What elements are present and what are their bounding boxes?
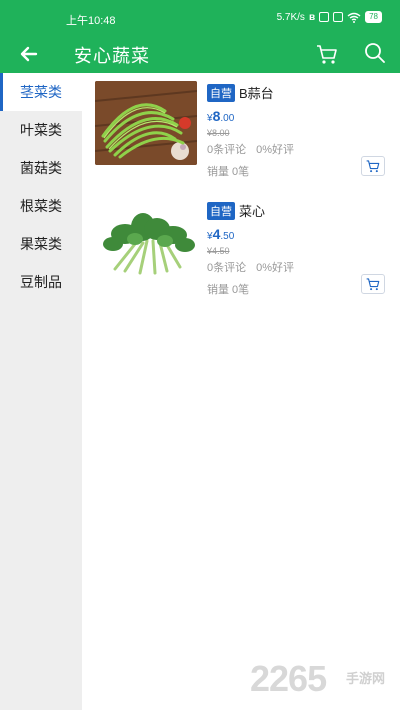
sidebar-item-soy-products[interactable]: 豆制品 <box>0 263 82 301</box>
price-decimal: .50 <box>220 231 235 242</box>
wifi-icon <box>347 12 361 23</box>
bluetooth-icon: ʙ <box>308 11 316 23</box>
nfc-icon <box>319 12 330 22</box>
status-icons: 5.7K/s ʙ 78 <box>277 11 382 23</box>
product-stats: 0条评论 0%好评 <box>207 141 387 157</box>
sidebar-item-root-vegetables[interactable]: 根菜类 <box>0 187 82 225</box>
category-sidebar: 茎菜类 叶菜类 菌菇类 根菜类 果菜类 豆制品 <box>0 73 82 710</box>
battery-indicator: 78 <box>365 11 382 23</box>
product-image-choy-sum[interactable] <box>95 199 197 283</box>
product-info: 自营 菜心 ¥4.50 ¥4.50 0条评论 0%好评 销量 0笔 <box>207 201 387 297</box>
network-speed: 5.7K/s <box>276 11 305 23</box>
site-watermark: 2265 手游网 <box>250 658 400 703</box>
search-icon[interactable] <box>363 41 387 65</box>
review-count: 0条评论 <box>207 262 247 274</box>
sidebar-item-label: 根菜类 <box>20 198 62 214</box>
status-bar: 上午10:48 5.7K/s ʙ 78 <box>0 0 400 35</box>
watermark-number: 2265 <box>250 658 327 699</box>
positive-rating: 0%好评 <box>256 262 295 274</box>
sidebar-item-mushrooms[interactable]: 菌菇类 <box>0 149 82 187</box>
app-bar: 安心蔬菜 <box>0 35 400 73</box>
product-price: ¥4.50 <box>207 226 387 242</box>
watermark-label: 手游网 <box>346 671 386 686</box>
sidebar-item-label: 茎菜类 <box>20 84 62 100</box>
add-to-cart-button[interactable] <box>361 156 385 176</box>
product-stats: 0条评论 0%好评 <box>207 259 387 275</box>
self-operated-badge: 自营 <box>207 83 235 102</box>
back-arrow-icon[interactable] <box>16 41 42 67</box>
sidebar-item-fruit-vegetables[interactable]: 果菜类 <box>0 225 82 263</box>
sidebar-item-label: 豆制品 <box>20 274 62 290</box>
cart-icon <box>366 160 380 173</box>
sidebar-item-label: 叶菜类 <box>20 122 62 138</box>
original-price: ¥8.00 <box>207 128 230 138</box>
cart-icon <box>366 278 380 291</box>
sidebar-item-leaf-vegetables[interactable]: 叶菜类 <box>0 111 82 149</box>
sidebar-item-stem-vegetables[interactable]: 茎菜类 <box>0 73 82 111</box>
price-decimal: .00 <box>220 113 235 124</box>
cart-icon[interactable] <box>315 42 339 66</box>
product-list: 自营 B蒜台 ¥8.00 ¥8.00 0条评论 0%好评 销量 0笔 自营 菜心… <box>82 73 400 309</box>
status-time: 上午10:48 <box>66 15 116 27</box>
sidebar-item-label: 果菜类 <box>20 236 62 252</box>
product-image-garlic-stem[interactable] <box>95 81 197 165</box>
product-name[interactable]: B蒜台 <box>239 86 274 101</box>
self-operated-badge: 自营 <box>207 201 235 220</box>
product-price: ¥8.00 <box>207 108 387 124</box>
page-title: 安心蔬菜 <box>74 46 150 66</box>
sidebar-item-label: 菌菇类 <box>20 160 62 176</box>
sales-count: 销量 0笔 <box>207 284 250 296</box>
review-count: 0条评论 <box>207 144 247 156</box>
product-card[interactable]: 自营 菜心 ¥4.50 ¥4.50 0条评论 0%好评 销量 0笔 <box>82 191 400 309</box>
positive-rating: 0%好评 <box>256 144 295 156</box>
product-info: 自营 B蒜台 ¥8.00 ¥8.00 0条评论 0%好评 销量 0笔 <box>207 83 387 179</box>
product-card[interactable]: 自营 B蒜台 ¥8.00 ¥8.00 0条评论 0%好评 销量 0笔 <box>82 73 400 191</box>
original-price: ¥4.50 <box>207 246 230 256</box>
product-name[interactable]: 菜心 <box>239 204 265 219</box>
add-to-cart-button[interactable] <box>361 274 385 294</box>
vibrate-icon <box>333 12 344 22</box>
sales-count: 销量 0笔 <box>207 166 250 178</box>
